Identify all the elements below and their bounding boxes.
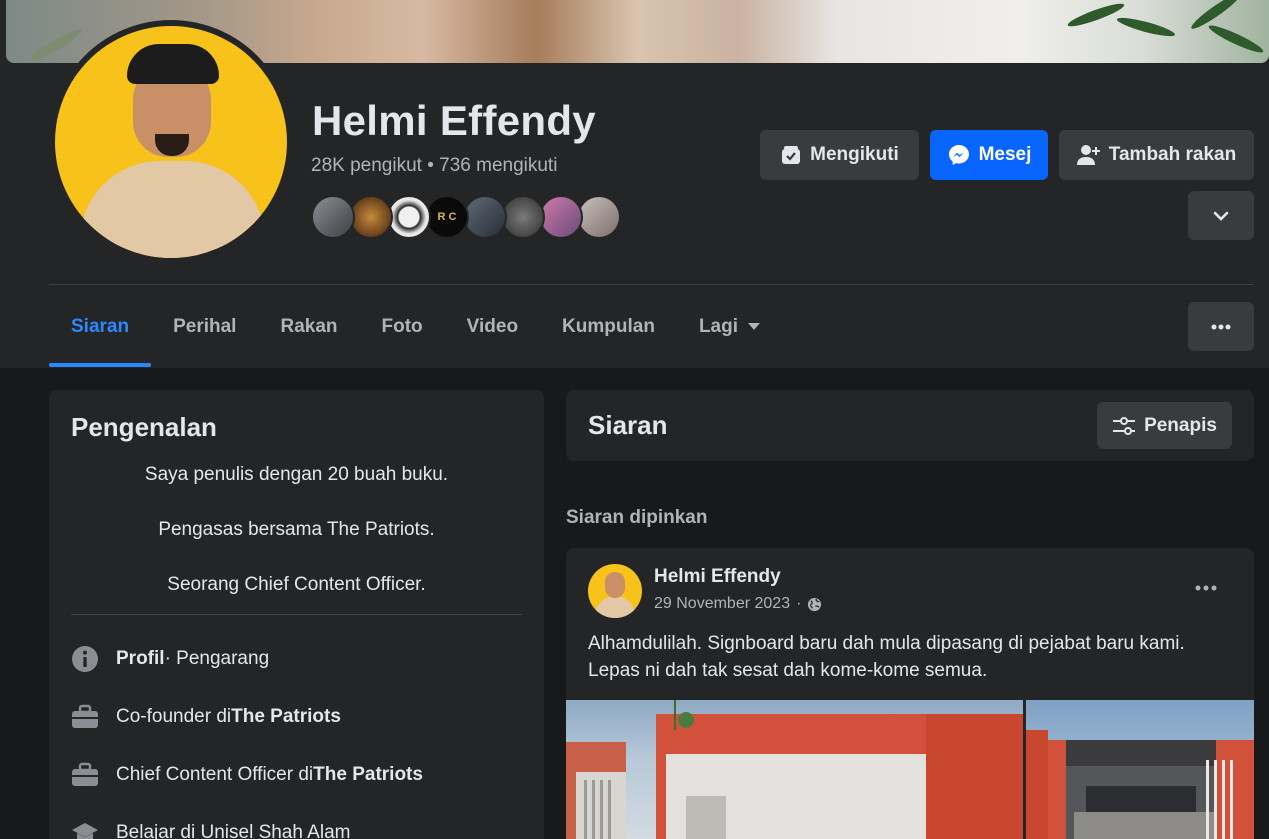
profile-more-button[interactable] <box>1188 302 1254 351</box>
bio-line: Saya penulis dengan 20 buah buku. <box>144 464 449 485</box>
intro-work-row: Co-founder di The Patriots <box>71 702 341 732</box>
tab-perihal[interactable]: Perihal <box>151 302 258 352</box>
more-actions-dropdown[interactable] <box>1188 191 1254 240</box>
info-icon <box>71 645 99 673</box>
intro-profile-row: Profil · Pengarang <box>71 644 269 674</box>
post-photo[interactable] <box>566 700 1023 839</box>
intro-card: Pengenalan Saya penulis dengan 20 buah b… <box>49 390 544 839</box>
filter-button[interactable]: Penapis <box>1097 402 1232 449</box>
post-options-button[interactable] <box>1186 572 1226 604</box>
posts-title: Siaran <box>588 410 668 440</box>
follow-stats: 28K pengikut • 736 mengikuti <box>311 155 557 177</box>
cover-leaf <box>1206 21 1266 57</box>
post-author-avatar[interactable] <box>588 564 642 618</box>
tab-video[interactable]: Video <box>445 302 540 352</box>
friend-avatar[interactable] <box>349 195 393 239</box>
profile-tabs: Siaran Perihal Rakan Foto Video Kumpulan… <box>49 302 782 368</box>
following-button[interactable]: Mengikuti <box>760 130 919 180</box>
briefcase-icon <box>71 761 99 789</box>
post-author-name[interactable]: Helmi Effendy <box>654 566 781 588</box>
following-label: Mengikuti <box>810 144 899 165</box>
profile-name: Helmi Effendy <box>312 97 596 144</box>
mutual-friends-avatars: R C <box>311 195 631 241</box>
cover-leaf <box>1066 0 1126 30</box>
meta-separator: · <box>796 595 802 612</box>
tab-lagi[interactable]: Lagi <box>677 302 782 352</box>
work-company-link[interactable]: The Patriots <box>231 706 341 728</box>
graduation-cap-icon <box>71 819 99 839</box>
post-text: Alhamdulilah. Signboard baru dah mula di… <box>588 633 1185 681</box>
caret-down-icon <box>748 323 760 330</box>
friend-avatar[interactable] <box>311 195 355 239</box>
intro-education-row: Belajar di Unisel Shah Alam <box>71 818 350 839</box>
globe-icon <box>808 597 822 611</box>
intro-work-row: Chief Content Officer di The Patriots <box>71 760 423 790</box>
message-button[interactable]: Mesej <box>930 130 1048 180</box>
work-role: Co-founder di <box>116 706 232 727</box>
profile-category: · Pengarang <box>164 648 270 669</box>
filter-label: Penapis <box>1144 414 1217 436</box>
more-horizontal-icon <box>1195 585 1217 591</box>
tab-kumpulan[interactable]: Kumpulan <box>540 302 677 352</box>
messenger-icon <box>948 145 969 165</box>
post-date[interactable]: 29 November 2023 <box>654 595 790 613</box>
header-divider <box>49 284 1253 285</box>
more-horizontal-icon <box>1211 324 1231 329</box>
tab-rakan[interactable]: Rakan <box>258 302 359 352</box>
following-count[interactable]: 736 mengikuti <box>439 155 557 176</box>
bio-line: Seorang Chief Content Officer. <box>167 574 426 595</box>
friend-avatar[interactable] <box>463 195 507 239</box>
tab-siaran[interactable]: Siaran <box>49 302 152 367</box>
briefcase-icon <box>71 703 99 731</box>
intro-divider <box>71 614 522 615</box>
tab-foto[interactable]: Foto <box>360 302 445 352</box>
friend-avatar[interactable] <box>501 195 545 239</box>
add-friend-button[interactable]: Tambah rakan <box>1059 130 1254 180</box>
stats-separator: • <box>427 155 434 176</box>
post-photo[interactable] <box>1026 700 1254 839</box>
friend-avatar[interactable]: R C <box>425 195 469 239</box>
intro-title: Pengenalan <box>71 412 217 442</box>
profile-category-link[interactable]: Profil <box>116 648 165 670</box>
posts-header-card: Siaran Penapis <box>566 390 1254 461</box>
following-icon <box>782 146 801 164</box>
friend-avatar[interactable] <box>539 195 583 239</box>
friend-avatar[interactable] <box>387 195 431 239</box>
cover-leaf <box>1115 14 1177 40</box>
add-friend-icon <box>1076 145 1100 165</box>
filter-icon <box>1113 416 1136 435</box>
pinned-posts-label: Siaran dipinkan <box>566 507 708 528</box>
chevron-down-icon <box>1213 211 1229 221</box>
post-meta: 29 November 2023 · <box>654 595 822 613</box>
bio-line: Pengasas bersama The Patriots. <box>158 519 435 540</box>
work-company-link[interactable]: The Patriots <box>313 764 423 786</box>
message-label: Mesej <box>978 144 1032 165</box>
add-friend-label: Tambah rakan <box>1108 144 1237 165</box>
education-text: Belajar di Unisel Shah Alam <box>116 822 351 839</box>
pinned-post: Helmi Effendy 29 November 2023 · Alhamdu… <box>566 548 1254 839</box>
friend-avatar[interactable] <box>577 195 621 239</box>
followers-count[interactable]: 28K pengikut <box>311 155 422 176</box>
work-role: Chief Content Officer di <box>116 764 314 785</box>
profile-avatar[interactable] <box>55 26 287 258</box>
cover-leaf <box>27 25 85 63</box>
